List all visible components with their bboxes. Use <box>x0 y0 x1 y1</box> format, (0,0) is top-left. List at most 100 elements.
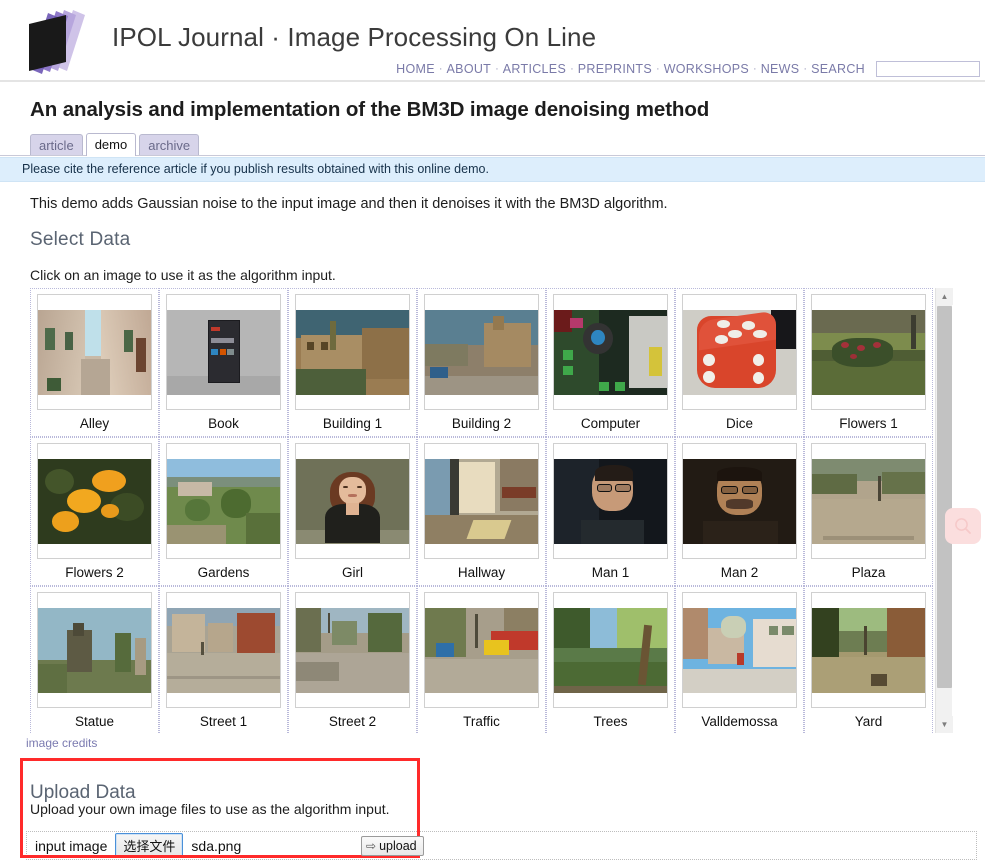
ipol-logo[interactable] <box>26 6 118 78</box>
search-input[interactable] <box>876 61 980 77</box>
nav-link-preprints[interactable]: PREPRINTS <box>574 62 656 76</box>
thumbnail-image-building-1 <box>296 309 409 395</box>
gallery-item-girl[interactable]: Girl <box>288 437 417 586</box>
gallery-grid: Alley Book Building 1 Building 2 Compute… <box>30 288 933 733</box>
thumbnail-frame <box>682 294 797 410</box>
arrow-right-icon: ⇨ <box>366 839 377 853</box>
citation-notice: Please cite the reference article if you… <box>0 157 985 182</box>
ipol-stacked-layers-logo-icon <box>29 10 85 74</box>
gallery-item-traffic[interactable]: Traffic <box>417 586 546 733</box>
gallery-item-valldemossa[interactable]: Valldemossa <box>675 586 804 733</box>
gallery-item-man-2[interactable]: Man 2 <box>675 437 804 586</box>
scrollbar-thumb[interactable] <box>937 306 952 688</box>
tab-bar: article demo archive <box>30 133 985 156</box>
gallery-item-statue[interactable]: Statue <box>30 586 159 733</box>
thumbnail-frame <box>295 443 410 559</box>
thumbnail-frame <box>811 294 926 410</box>
gallery-item-label: Girl <box>342 565 363 580</box>
gallery-item-label: Alley <box>79 416 110 431</box>
scroll-down-arrow-icon[interactable]: ▼ <box>936 716 953 733</box>
upload-button-label: upload <box>379 839 417 853</box>
gallery-item-street-2[interactable]: Street 2 <box>288 586 417 733</box>
thumbnail-frame <box>424 294 539 410</box>
gallery-item-label: Building 1 <box>322 416 383 431</box>
input-image-label: input image <box>35 837 108 854</box>
site-header: IPOL Journal · Image Processing On Line … <box>0 0 985 82</box>
nav-link-articles[interactable]: ARTICLES <box>499 62 570 76</box>
nav-link-about[interactable]: ABOUT <box>443 62 496 76</box>
gallery-item-label: Man 1 <box>591 565 630 580</box>
gallery-item-hallway[interactable]: Hallway <box>417 437 546 586</box>
gallery-item-label: Flowers 1 <box>839 416 898 431</box>
thumbnail-image-street-1 <box>167 607 280 693</box>
thumbnail-image-building-2 <box>425 309 538 395</box>
gallery-item-computer[interactable]: Computer <box>546 288 675 437</box>
nav-link-search[interactable]: SEARCH <box>807 62 869 76</box>
upload-button[interactable]: ⇨ upload <box>361 836 424 856</box>
nav-link-workshops[interactable]: WORKSHOPS <box>660 62 753 76</box>
thumbnail-frame <box>166 443 281 559</box>
gallery-item-plaza[interactable]: Plaza <box>804 437 933 586</box>
gallery-item-book[interactable]: Book <box>159 288 288 437</box>
gallery-item-trees[interactable]: Trees <box>546 586 675 733</box>
upload-data-subtitle: Upload your own image files to use as th… <box>30 801 390 817</box>
thumbnail-image-book <box>167 309 280 395</box>
demo-description: This demo adds Gaussian noise to the inp… <box>30 196 668 212</box>
gallery-item-man-1[interactable]: Man 1 <box>546 437 675 586</box>
thumbnail-frame <box>37 443 152 559</box>
image-gallery: Alley Book Building 1 Building 2 Compute… <box>30 288 953 733</box>
thumbnail-frame <box>166 294 281 410</box>
nav-link-home[interactable]: HOME <box>392 62 439 76</box>
tab-demo[interactable]: demo <box>85 133 137 156</box>
thumbnail-frame <box>553 443 668 559</box>
gallery-item-label: Computer <box>580 416 641 431</box>
thumbnail-frame <box>166 592 281 708</box>
gallery-item-label: Man 2 <box>720 565 759 580</box>
magnifier-icon <box>955 518 971 534</box>
magnifier-overlay-badge[interactable] <box>945 508 981 544</box>
gallery-item-yard[interactable]: Yard <box>804 586 933 733</box>
nav-link-news[interactable]: NEWS <box>757 62 804 76</box>
scroll-up-arrow-icon[interactable]: ▲ <box>936 288 953 305</box>
thumbnail-image-computer <box>554 309 667 395</box>
thumbnail-image-yard <box>812 607 925 693</box>
thumbnail-frame <box>811 443 926 559</box>
gallery-item-label: Book <box>208 416 239 431</box>
image-credits-link[interactable]: image credits <box>26 736 97 750</box>
main-nav: HOME · ABOUT · ARTICLES · PREPRINTS · WO… <box>392 61 980 77</box>
thumbnail-frame <box>424 592 539 708</box>
thumbnail-frame <box>811 592 926 708</box>
tab-article[interactable]: article <box>30 134 83 156</box>
thumbnail-image-flowers-1 <box>812 309 925 395</box>
gallery-item-label: Traffic <box>463 714 500 729</box>
select-data-heading: Select Data <box>30 229 131 250</box>
thumbnail-frame <box>682 443 797 559</box>
gallery-item-label: Statue <box>74 714 115 729</box>
gallery-item-label: Gardens <box>197 565 250 580</box>
tab-divider <box>0 155 985 156</box>
gallery-item-alley[interactable]: Alley <box>30 288 159 437</box>
thumbnail-image-alley <box>38 309 151 395</box>
tab-archive[interactable]: archive <box>139 134 200 156</box>
thumbnail-image-girl <box>296 458 409 544</box>
thumbnail-frame <box>553 592 668 708</box>
thumbnail-image-traffic <box>425 607 538 693</box>
gallery-item-gardens[interactable]: Gardens <box>159 437 288 586</box>
gallery-item-flowers-1[interactable]: Flowers 1 <box>804 288 933 437</box>
gallery-item-flowers-2[interactable]: Flowers 2 <box>30 437 159 586</box>
gallery-item-label: Street 2 <box>328 714 377 729</box>
upload-form-row: input image 选择文件 sda.png <box>26 831 977 860</box>
thumbnail-frame <box>37 592 152 708</box>
choose-file-button[interactable]: 选择文件 <box>115 833 184 858</box>
thumbnail-frame <box>424 443 539 559</box>
gallery-item-dice[interactable]: Dice <box>675 288 804 437</box>
gallery-item-street-1[interactable]: Street 1 <box>159 586 288 733</box>
gallery-item-building-2[interactable]: Building 2 <box>417 288 546 437</box>
gallery-item-building-1[interactable]: Building 1 <box>288 288 417 437</box>
thumbnail-frame <box>553 294 668 410</box>
thumbnail-image-plaza <box>812 458 925 544</box>
gallery-item-label: Dice <box>725 416 753 431</box>
thumbnail-frame <box>295 294 410 410</box>
thumbnail-image-flowers-2 <box>38 458 151 544</box>
gallery-viewport: Alley Book Building 1 Building 2 Compute… <box>30 288 933 733</box>
